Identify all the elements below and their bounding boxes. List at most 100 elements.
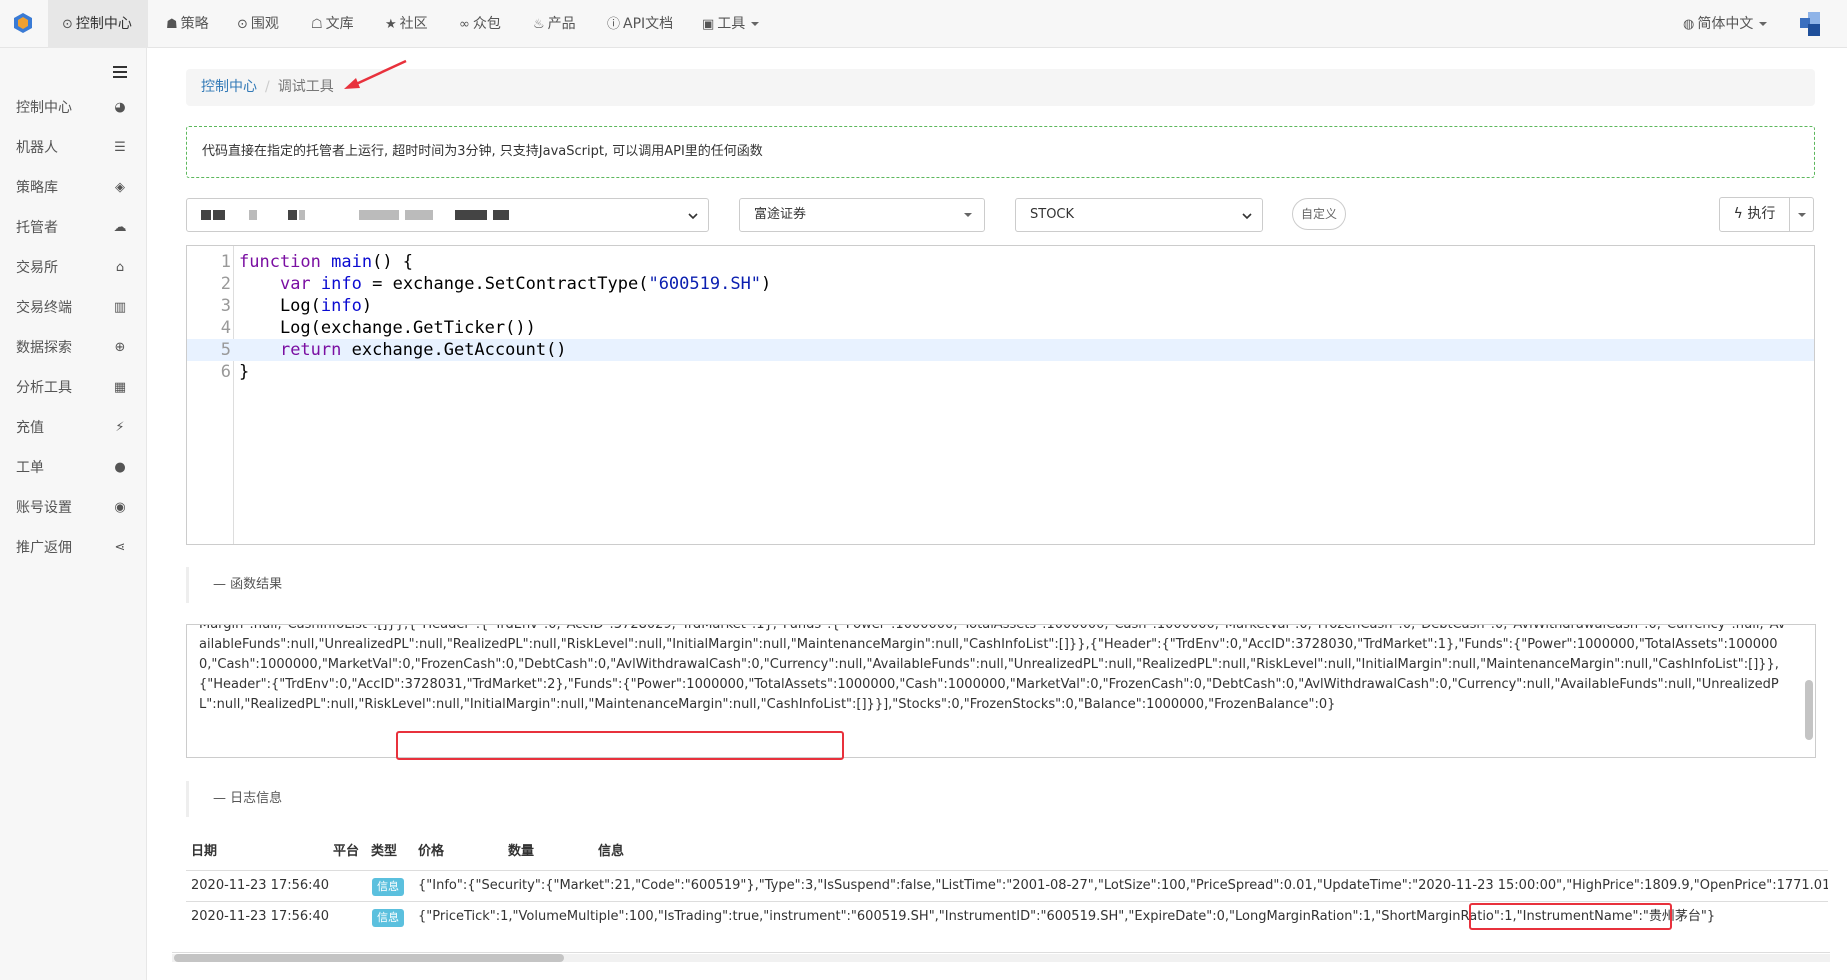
cloud-icon: ☁ <box>113 220 127 235</box>
code-line: 4 Log(exchange.GetTicker()) <box>220 318 536 338</box>
user-circle-icon: ◉ <box>114 500 126 515</box>
menu-toggle-icon[interactable] <box>113 66 127 78</box>
log-type-badge: 信息 <box>372 909 404 927</box>
graduation-cap-icon: ☖ <box>311 17 323 32</box>
breadcrumb-link-dashboard[interactable]: 控制中心 <box>201 79 257 95</box>
sidebar-item-dockers[interactable]: 托管者 ☁ <box>0 208 146 248</box>
bar-chart-icon: ▥ <box>113 300 127 315</box>
sidebar-item-dashboard[interactable]: 控制中心 ◕ <box>0 88 146 128</box>
breadcrumb-separator: / <box>265 79 270 95</box>
divider <box>172 952 1830 953</box>
nav-watch[interactable]: ⊙ 围观 <box>237 0 279 48</box>
code-line-text: function main() { <box>239 252 414 272</box>
chevron-down-icon <box>1798 213 1806 217</box>
column-header-price: 价格 <box>418 844 445 859</box>
globe-icon: ◍ <box>1683 17 1695 32</box>
code-line: 1 function main() { <box>220 252 414 272</box>
exchange-select[interactable]: 富途证券 <box>739 198 985 232</box>
log-section-title[interactable]: — 日志信息 <box>186 781 282 817</box>
horizontal-scrollbar[interactable] <box>172 954 1830 962</box>
info-alert: 代码直接在指定的托管者上运行, 超时时间为3分钟, 只支持JavaScript,… <box>186 126 1815 178</box>
share-icon: ⋖ <box>114 540 126 555</box>
collapse-icon: — <box>213 577 226 592</box>
result-section-title[interactable]: — 函数结果 <box>186 567 282 603</box>
log-date: 2020-11-23 17:56:40 <box>191 878 330 893</box>
column-header-amount: 数量 <box>508 844 535 859</box>
glasses-icon: ∞ <box>459 17 470 32</box>
star-icon: ★ <box>385 17 397 32</box>
sidebar: 控制中心 ◕ 机器人 ☰ 策略库 ◈ 托管者 ☁ 交易所 ⌂ 交易终端 ▥ 数据探索 ⊕ 分析… <box>0 48 147 980</box>
cube-icon: ◈ <box>115 180 125 195</box>
bank-icon: ⌂ <box>115 260 125 275</box>
run-options-dropdown[interactable] <box>1789 197 1814 232</box>
plug-icon: ⚡ <box>115 420 125 435</box>
red-arrow-annotation <box>344 59 407 89</box>
nav-dashboard[interactable]: ⊙ 控制中心 <box>48 0 148 48</box>
column-header-platform: 平台 <box>333 844 360 859</box>
comment-icon: ● <box>114 460 126 475</box>
vertical-scrollbar[interactable] <box>1805 680 1813 740</box>
nav-api-docs[interactable]: ⓘ API文档 <box>607 0 673 48</box>
red-highlight-box <box>396 731 844 760</box>
dashboard-icon: ◕ <box>114 100 126 115</box>
alert-text: 代码直接在指定的托管者上运行, 超时时间为3分钟, 只支持JavaScript,… <box>202 144 763 159</box>
search-plus-icon: ⊕ <box>114 340 126 355</box>
calculator-icon: ▦ <box>113 380 127 395</box>
sidebar-item-recharge[interactable]: 充值 ⚡ <box>0 408 146 448</box>
chevron-down-icon <box>1759 22 1768 26</box>
column-header-info: 信息 <box>598 844 625 859</box>
nav-tools-dropdown[interactable]: ▣ 工具 <box>702 0 760 48</box>
column-header-type: 类型 <box>371 844 398 859</box>
sidebar-item-robots[interactable]: 机器人 ☰ <box>0 128 146 168</box>
contract-type-select[interactable]: STOCK <box>1015 198 1263 232</box>
chevron-down-icon <box>964 213 972 217</box>
bolt-icon: ϟ <box>1733 206 1743 222</box>
breadcrumb-current: 调试工具 <box>277 79 334 95</box>
top-navbar: ⊙ 控制中心 ☗ 策略 ⊙ 围观 ☖ 文库 ★ 社区 ∞ 众包 ♨ 产品 ⓘ API文档 ▣ 工具… <box>0 0 1847 48</box>
nav-community[interactable]: ★ 社区 <box>385 0 428 48</box>
sidebar-item-affiliate[interactable]: 推广返佣 ⋖ <box>0 528 146 568</box>
sidebar-item-exchanges[interactable]: 交易所 ⌂ <box>0 248 146 288</box>
log-type-badge: 信息 <box>372 878 404 896</box>
table-row: 2020-11-23 17:56:40 信息 {"Info":{"Securit… <box>186 870 1828 901</box>
nav-products[interactable]: ♨ 产品 <box>533 0 576 48</box>
nav-library[interactable]: ☖ 文库 <box>311 0 354 48</box>
red-highlight-box <box>1469 903 1672 930</box>
sidebar-item-analysis-tools[interactable]: 分析工具 ▦ <box>0 368 146 408</box>
nav-crowdsource[interactable]: ∞ 众包 <box>459 0 501 48</box>
dashboard-icon: ⊙ <box>62 17 73 32</box>
sidebar-item-terminal[interactable]: 交易终端 ▥ <box>0 288 146 328</box>
breadcrumb: 控制中心 / 调试工具 <box>186 69 1815 106</box>
chevron-down-icon <box>1242 213 1252 220</box>
briefcase-icon: ▣ <box>702 17 715 32</box>
strategy-icon: ☗ <box>166 17 178 32</box>
list-icon: ☰ <box>114 140 126 155</box>
play-circle-icon: ⊙ <box>237 17 248 32</box>
code-editor[interactable]: 1 function main() { 2 var info = exchang… <box>186 245 1815 545</box>
column-header-date: 日期 <box>191 844 218 859</box>
result-text: Margin":null,"CashInfoList":[]}},{"Heade… <box>199 624 1786 712</box>
log-date: 2020-11-23 17:56:40 <box>191 909 330 924</box>
chevron-down-icon <box>688 213 698 220</box>
info-icon: ⓘ <box>607 17 621 32</box>
language-dropdown[interactable]: ◍ 简体中文 <box>1683 0 1768 48</box>
custom-toggle-button[interactable]: 自定义 <box>1292 198 1346 230</box>
docker-select[interactable] <box>186 198 709 232</box>
code-line: 3 Log(info) <box>220 296 373 316</box>
sidebar-item-strategy-library[interactable]: 策略库 ◈ <box>0 168 146 208</box>
sidebar-item-account-settings[interactable]: 账号设置 ◉ <box>0 488 146 528</box>
code-line: 6 } <box>220 362 250 382</box>
logo-icon[interactable] <box>12 12 34 34</box>
sidebar-item-tickets[interactable]: 工单 ● <box>0 448 146 488</box>
nav-strategy[interactable]: ☗ 策略 <box>166 0 209 48</box>
run-button[interactable]: ϟ 执行 <box>1719 197 1790 232</box>
collapse-icon: — <box>213 791 226 806</box>
code-line-active: 5 return exchange.GetAccount() <box>187 339 1814 361</box>
avatar[interactable] <box>1796 10 1824 38</box>
log-info: {"Info":{"Security":{"Market":21,"Code":… <box>418 878 1828 893</box>
chevron-down-icon <box>751 22 760 26</box>
code-line: 2 var info = exchange.SetContractType("6… <box>220 274 772 294</box>
fire-icon: ♨ <box>533 17 545 32</box>
sidebar-item-data-explore[interactable]: 数据探索 ⊕ <box>0 328 146 368</box>
scrollbar-thumb[interactable] <box>174 954 564 962</box>
